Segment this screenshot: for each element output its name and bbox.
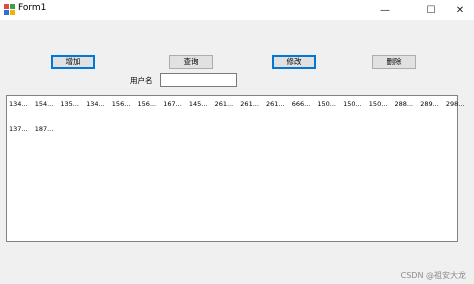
maximize-icon: ☐ — [426, 4, 436, 16]
list-item[interactable]: 167... — [163, 100, 182, 108]
close-button[interactable]: ✕ — [445, 0, 474, 20]
list-item[interactable]: 261... — [240, 100, 259, 108]
query-button[interactable]: 查询 — [169, 55, 213, 69]
minimize-icon: — — [380, 4, 390, 16]
list-item[interactable]: 156... — [138, 100, 157, 108]
list-item[interactable]: 187... — [35, 125, 54, 133]
window-title: Form1 — [18, 3, 47, 13]
list-item[interactable]: 298... — [446, 100, 465, 108]
delete-button[interactable]: 删除 — [372, 55, 416, 69]
list-item[interactable]: 289... — [420, 100, 439, 108]
list-item[interactable]: 134... — [86, 100, 105, 108]
minimize-button[interactable]: — — [370, 0, 400, 20]
list-item[interactable]: 154... — [35, 100, 54, 108]
add-button[interactable]: 增加 — [51, 55, 95, 69]
list-item[interactable]: 150... — [369, 100, 388, 108]
results-listbox[interactable]: 134... 154... 135... 134... 156... 156... 167.… — [6, 95, 465, 242]
list-item[interactable]: 666... — [292, 100, 311, 108]
username-label: 用户名 — [130, 76, 153, 85]
list-item[interactable]: 135... — [60, 100, 79, 108]
list-item[interactable]: 288... — [395, 100, 414, 108]
maximize-button[interactable]: ☐ — [416, 0, 446, 20]
list-item[interactable]: 145... — [189, 100, 208, 108]
list-item[interactable]: 134... — [9, 100, 28, 108]
list-item[interactable]: 261... — [215, 100, 234, 108]
edit-button[interactable]: 修改 — [272, 55, 316, 69]
title-bar: Form1 — ☐ ✕ — [0, 0, 474, 20]
list-item[interactable]: 150... — [317, 100, 336, 108]
app-icon — [4, 4, 15, 15]
username-input[interactable] — [160, 73, 237, 87]
watermark: CSDN @祖安大龙 — [400, 271, 466, 280]
list-item[interactable]: 261... — [266, 100, 285, 108]
list-item[interactable]: 137... — [9, 125, 28, 133]
list-item[interactable]: 150... — [343, 100, 362, 108]
list-item[interactable]: 156... — [112, 100, 131, 108]
close-icon: ✕ — [455, 4, 465, 16]
